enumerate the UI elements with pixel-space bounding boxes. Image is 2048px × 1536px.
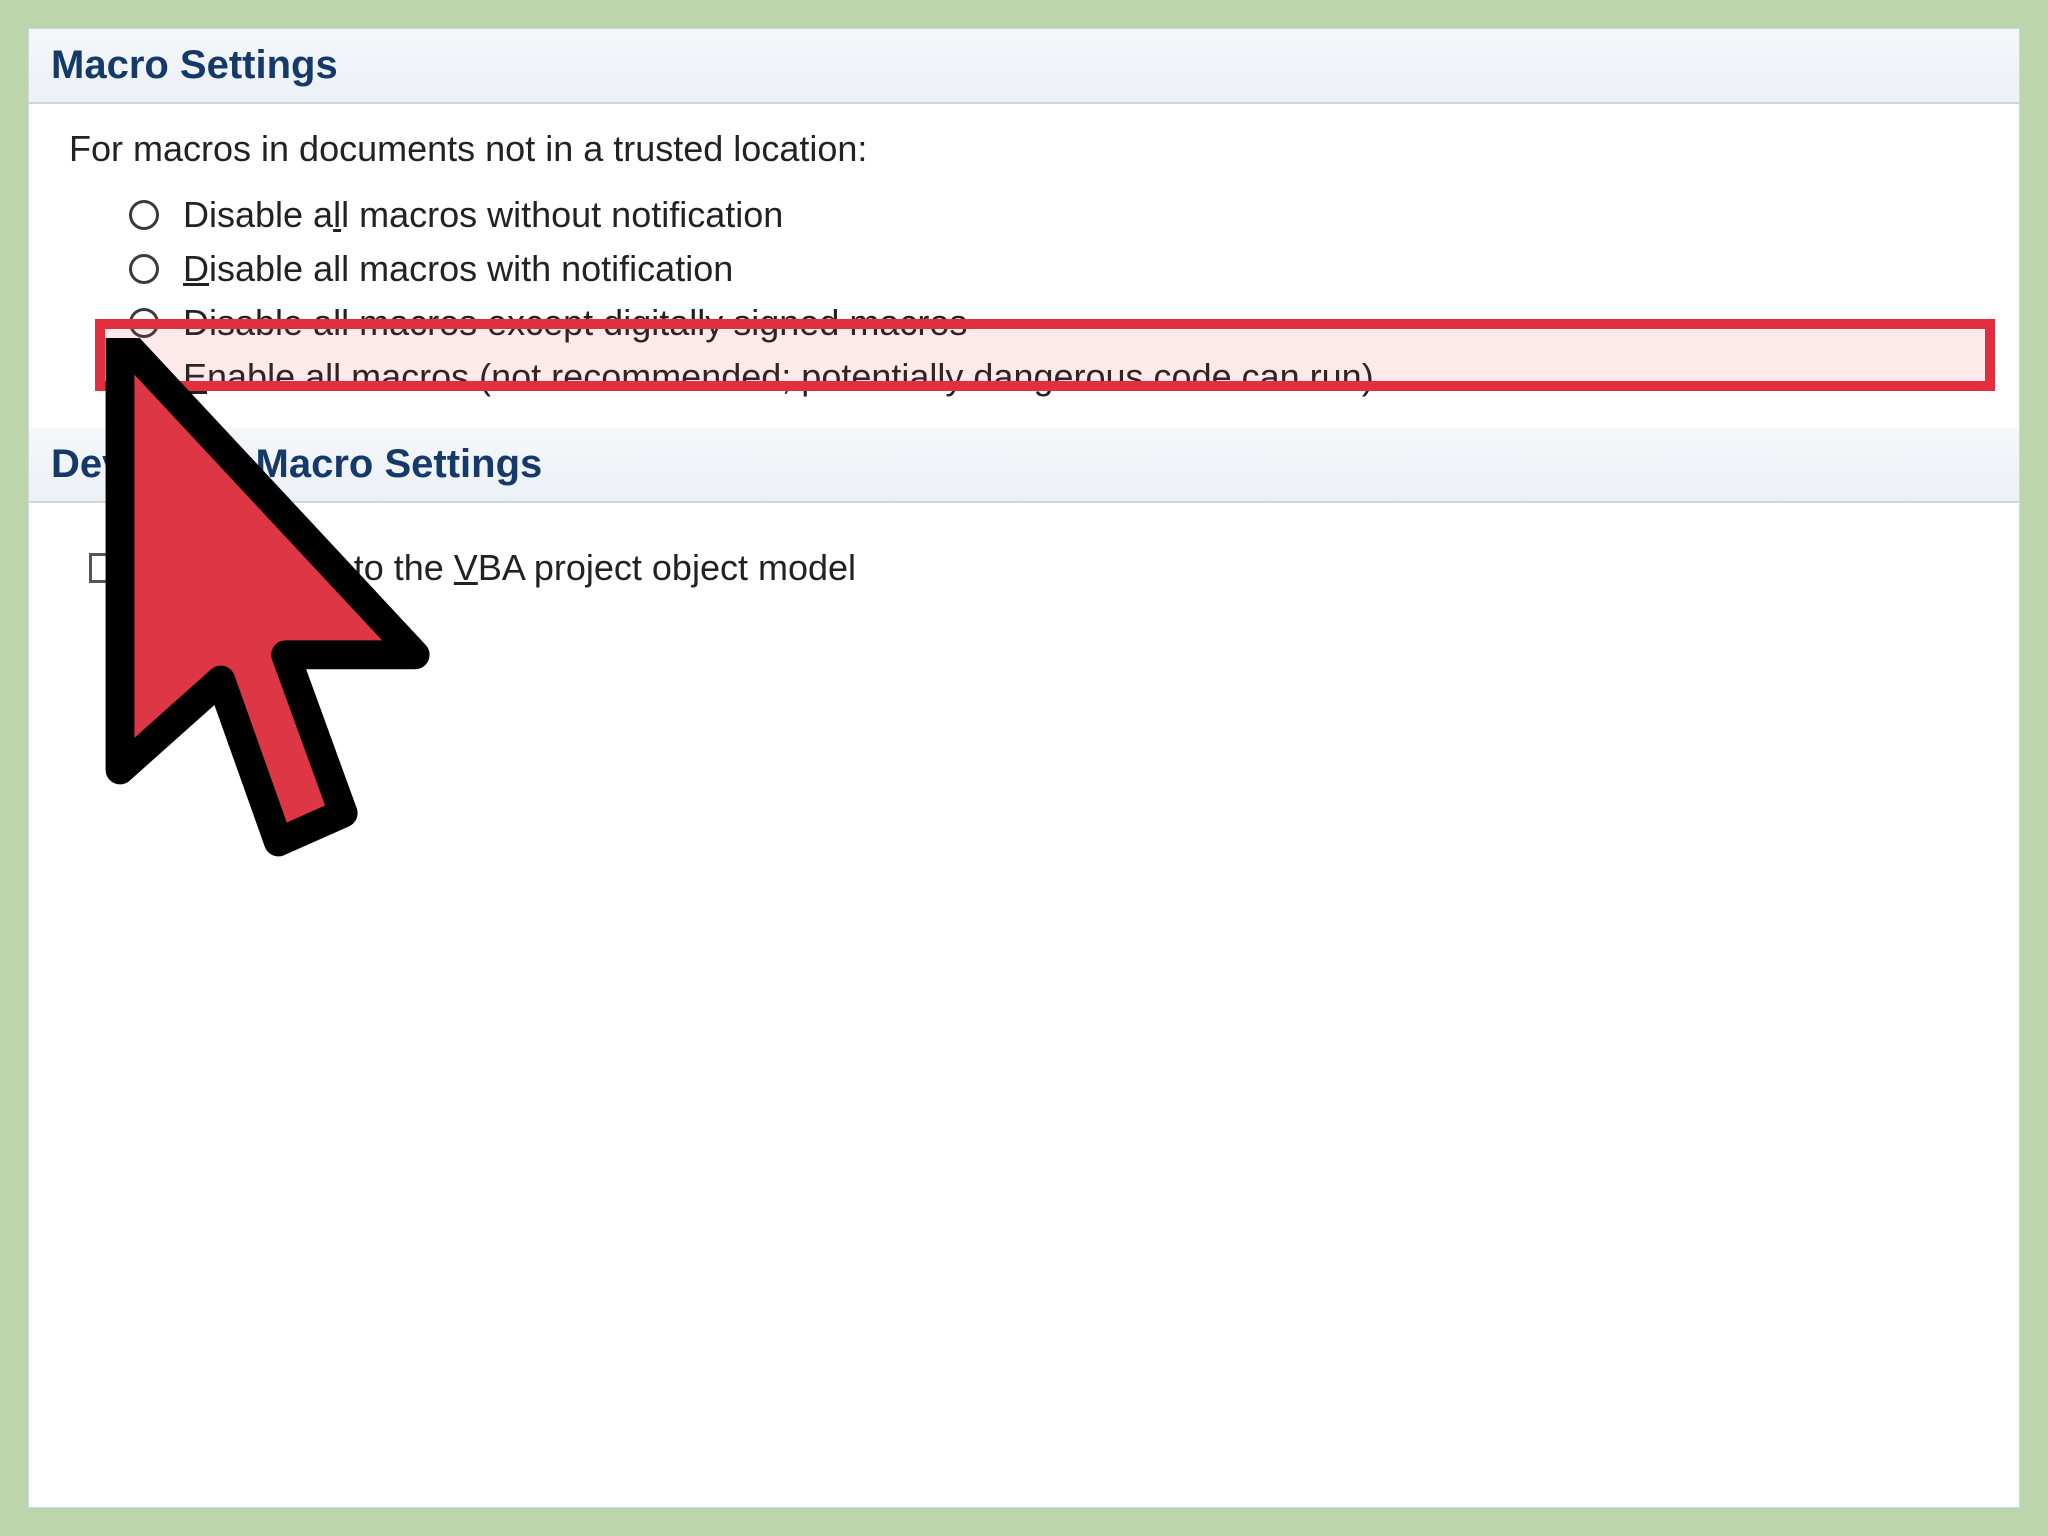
radio-label: Disable all macros except digitally sign…	[183, 302, 967, 344]
macro-settings-intro: For macros in documents not in a trusted…	[69, 128, 1979, 170]
developer-settings-body: Trust access to the VBA project object m…	[29, 503, 2019, 609]
section-header-developer-macro-settings: Developer Macro Settings	[29, 428, 2019, 503]
settings-panel: Macro Settings For macros in documents n…	[28, 28, 2020, 1508]
radio-enable-all-macros[interactable]: Enable all macros (not recommended; pote…	[129, 350, 1979, 404]
radio-disable-with-notification[interactable]: Disable all macros with notification	[129, 242, 1979, 296]
checkbox-label: Trust access to the VBA project object m…	[141, 547, 856, 589]
checkbox-icon	[89, 553, 119, 583]
radio-label: Disable all macros with notification	[183, 248, 733, 290]
radio-icon	[129, 200, 159, 230]
checkbox-trust-vba-access[interactable]: Trust access to the VBA project object m…	[69, 527, 1979, 589]
section-header-macro-settings: Macro Settings	[29, 29, 2019, 104]
radio-disable-without-notification[interactable]: Disable all macros without notification	[129, 188, 1979, 242]
radio-icon	[129, 308, 159, 338]
radio-label: Enable all macros (not recommended; pote…	[183, 356, 1374, 398]
radio-icon-selected	[129, 362, 159, 392]
macro-options-group: Disable all macros without notification …	[69, 188, 1979, 404]
radio-label: Disable all macros without notification	[183, 194, 783, 236]
radio-disable-except-signed[interactable]: Disable all macros except digitally sign…	[129, 296, 1979, 350]
macro-settings-body: For macros in documents not in a trusted…	[29, 104, 2019, 424]
radio-icon	[129, 254, 159, 284]
